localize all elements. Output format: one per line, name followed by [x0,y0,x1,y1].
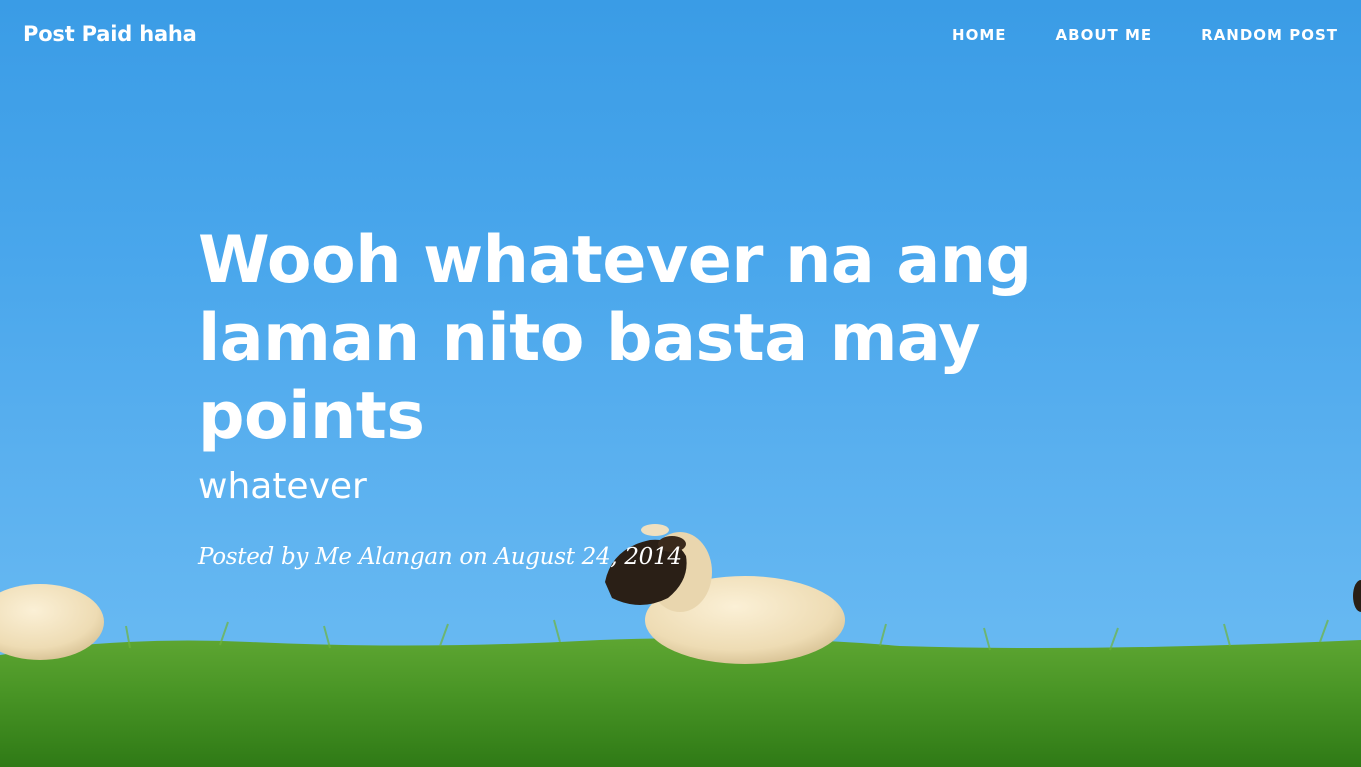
navbar: Post Paid haha Home About Me Random Post [0,0,1361,72]
post-meta: Posted by Me Alangan on August 24, 2014 [198,544,1098,570]
post-title: Wooh whatever na ang laman nito basta ma… [198,223,1032,454]
sheep-right-edge [1353,580,1361,612]
post-author: Me Alangan [315,544,453,570]
blog-post-page: Post Paid haha Home About Me Random Post… [0,0,1361,767]
nav-link-about-me[interactable]: About Me [1056,26,1153,44]
post-date: August 24, 2014 [494,544,682,570]
site-brand-link[interactable]: Post Paid haha [23,22,197,46]
post-meta-on: on [459,544,488,570]
nav-links: Home About Me Random Post [952,26,1338,44]
post-heading: Wooh whatever na ang laman nito basta ma… [198,222,1098,570]
nav-link-home[interactable]: Home [952,26,1006,44]
nav-link-random-post[interactable]: Random Post [1201,26,1338,44]
post-subtitle: whatever [198,466,367,507]
post-meta-prefix: Posted by [198,544,309,570]
